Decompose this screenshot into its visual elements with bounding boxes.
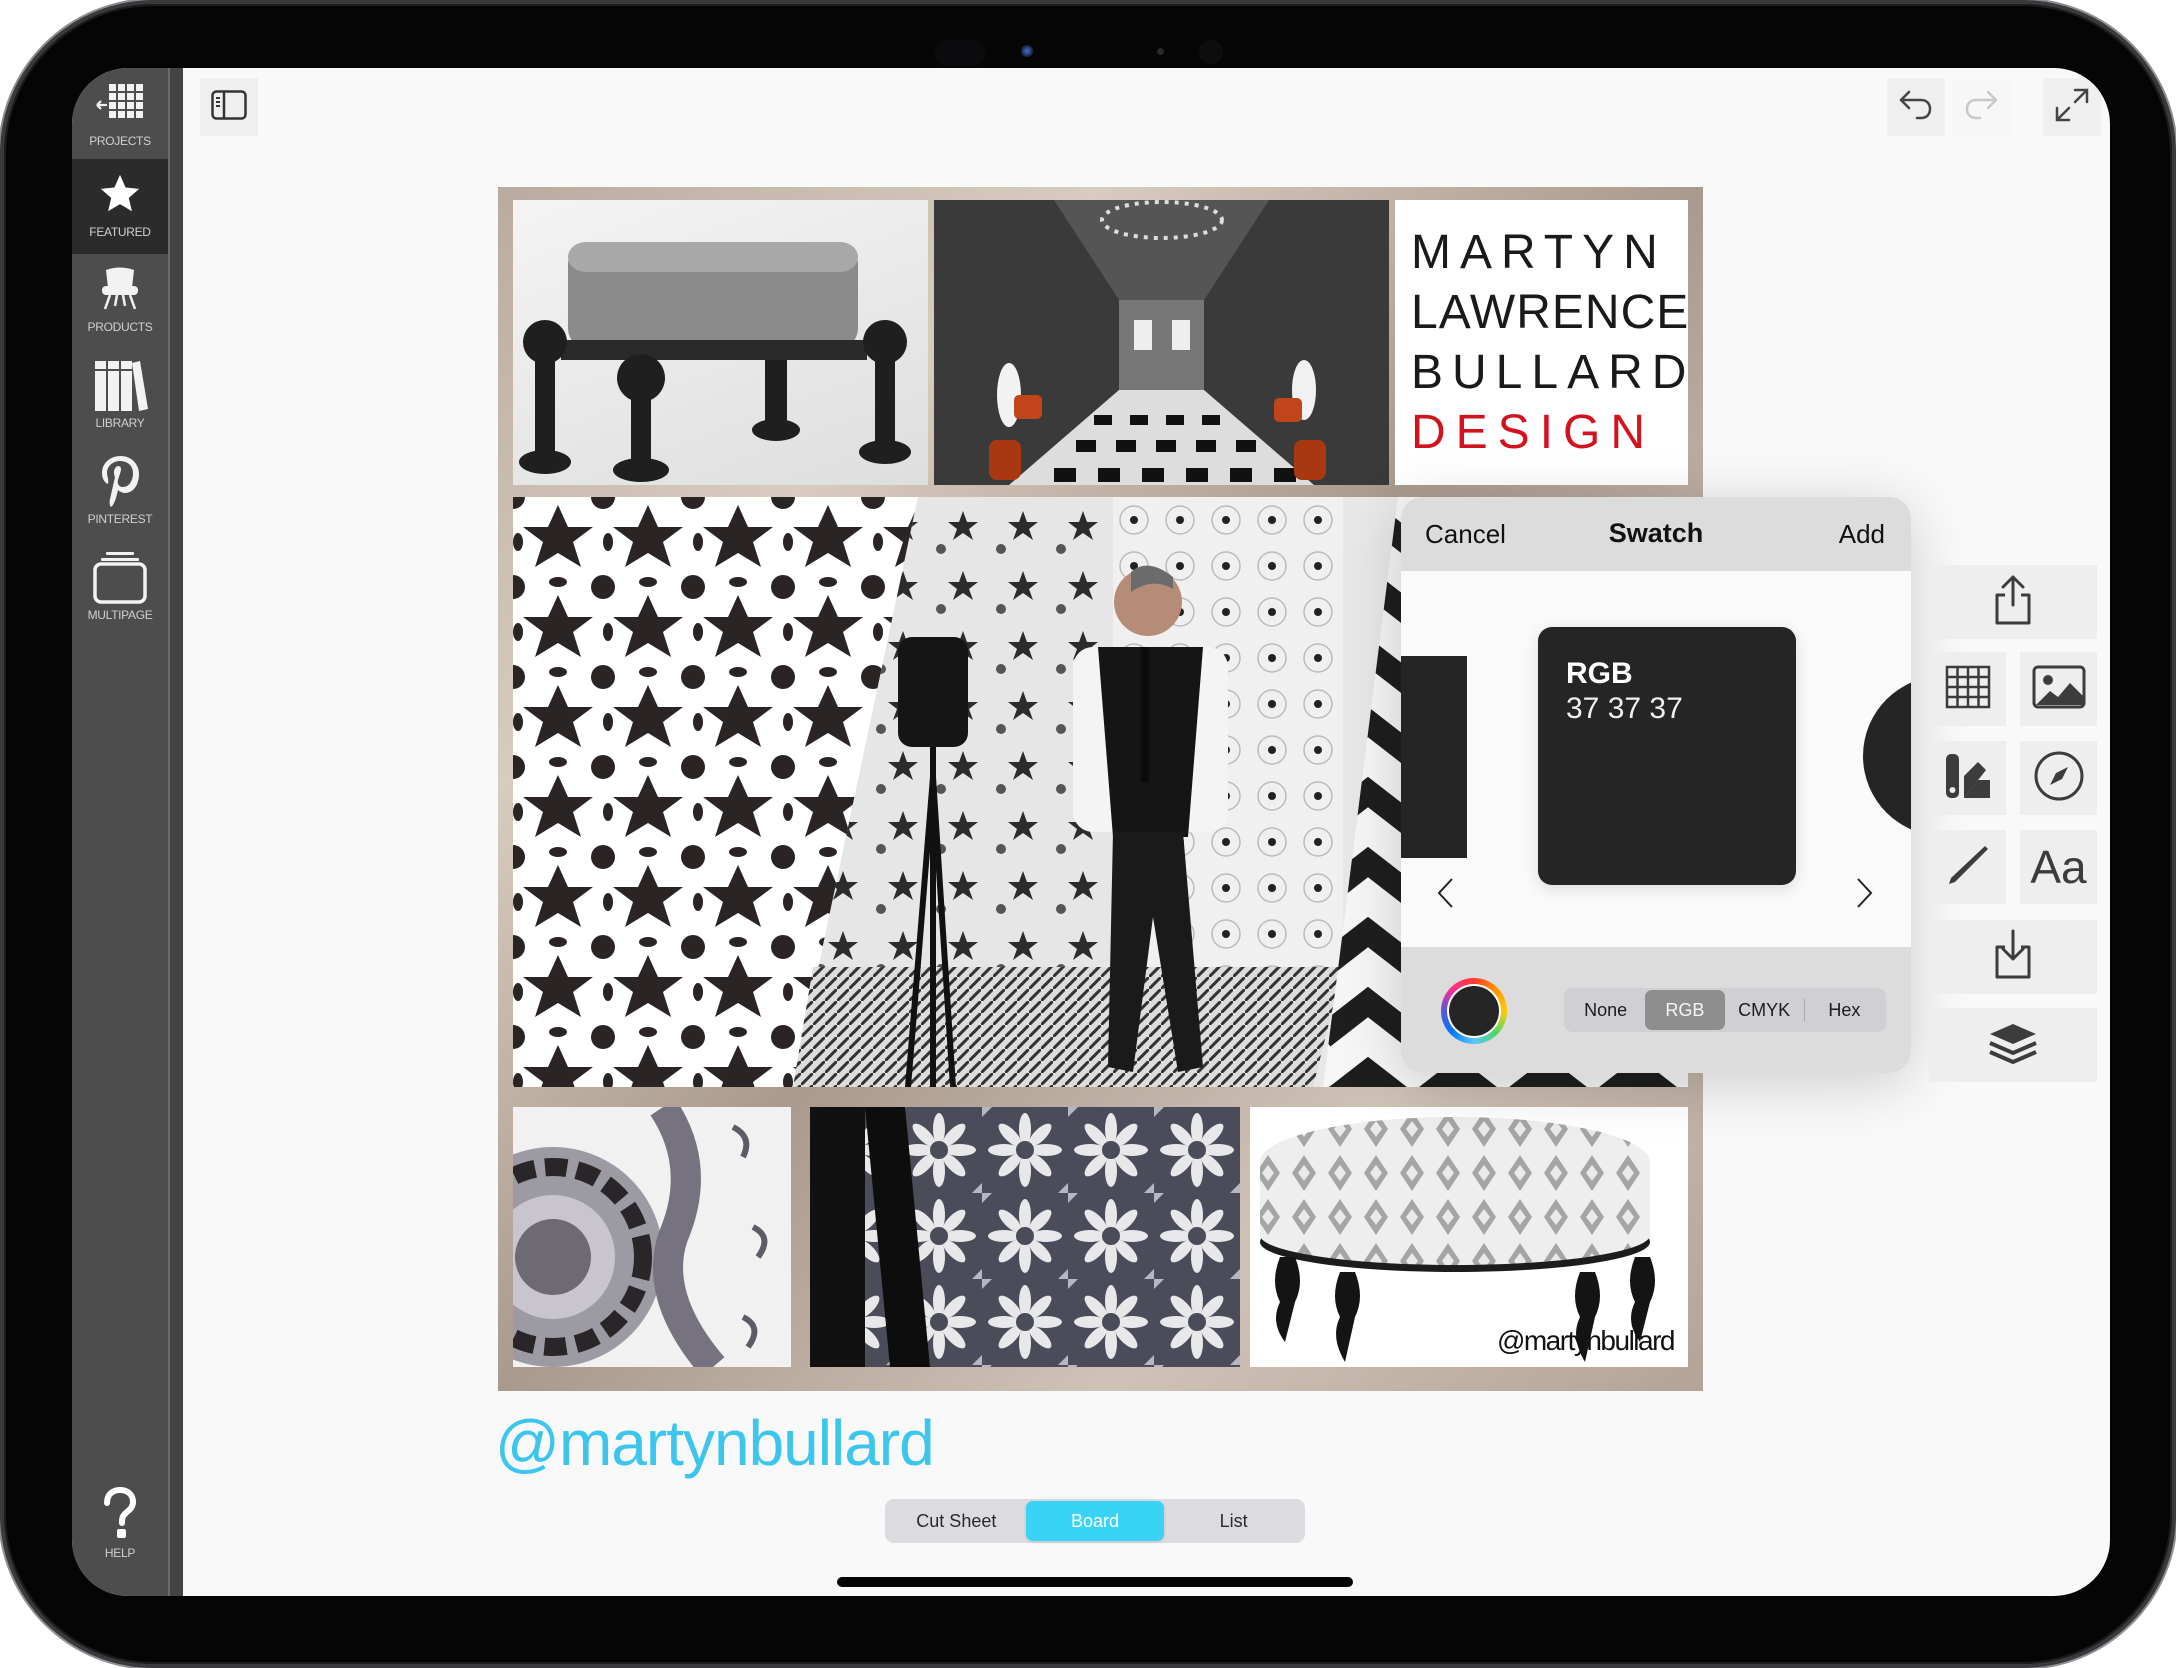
layers-button[interactable] bbox=[1929, 1008, 2097, 1082]
sidebar-item-label: FEATURED bbox=[89, 225, 151, 239]
swatch-popover-header: Cancel Swatch Add bbox=[1401, 497, 1911, 571]
previous-arrow-icon[interactable] bbox=[1434, 876, 1458, 910]
color-wheel-button[interactable] bbox=[1441, 978, 1507, 1044]
undo-icon bbox=[1897, 86, 1935, 129]
chair-icon bbox=[98, 258, 142, 320]
text-icon: Aa bbox=[2030, 841, 2087, 893]
home-indicator[interactable] bbox=[837, 1577, 1353, 1587]
view-mode-list[interactable]: List bbox=[1164, 1501, 1303, 1541]
sidebar-item-multipage[interactable]: MULTIPAGE bbox=[72, 542, 168, 637]
front-camera bbox=[4, 30, 2172, 66]
sidebar-item-label: PINTEREST bbox=[87, 512, 153, 526]
pinterest-icon bbox=[99, 450, 141, 512]
import-button[interactable] bbox=[1929, 920, 2097, 994]
image-button[interactable] bbox=[2020, 652, 2097, 726]
sidebar-item-label: HELP bbox=[104, 1546, 136, 1560]
books-icon bbox=[92, 354, 148, 416]
star-icon bbox=[97, 163, 143, 225]
sidebar: PROJECTS FEATURED PRODUCTS LIBRARY PINTE… bbox=[72, 68, 183, 1596]
format-cmyk[interactable]: CMYK bbox=[1725, 990, 1804, 1030]
swatch-carousel: RGB 37 37 37 bbox=[1401, 571, 1911, 947]
tile-floor-image[interactable] bbox=[810, 1107, 1240, 1367]
multipage-icon bbox=[92, 546, 148, 608]
import-icon bbox=[1990, 929, 2036, 986]
logo-line-2: LAWRENCE bbox=[1411, 285, 1688, 339]
compass-button[interactable] bbox=[2020, 741, 2097, 815]
logo-line-1: MARTYN bbox=[1411, 225, 1667, 279]
format-rgb[interactable]: RGB bbox=[1645, 990, 1725, 1030]
sidebar-toggle-icon bbox=[211, 89, 247, 125]
fullscreen-button[interactable] bbox=[2043, 78, 2101, 136]
sidebar-item-label: PROJECTS bbox=[89, 134, 151, 148]
cancel-button[interactable]: Cancel bbox=[1425, 519, 1506, 550]
swatch-fan-icon bbox=[1944, 752, 1992, 805]
swatch-popover-footer: None RGB CMYK Hex bbox=[1401, 947, 1911, 1073]
round-ottoman-image[interactable]: @martynbullard bbox=[1250, 1107, 1688, 1367]
board-caption[interactable]: @martynbullard bbox=[495, 1406, 935, 1480]
app-screen: PROJECTS FEATURED PRODUCTS LIBRARY PINTE… bbox=[72, 68, 2110, 1596]
hallway-interior-image[interactable] bbox=[934, 200, 1389, 485]
projects-grid-icon bbox=[95, 72, 145, 134]
sidebar-item-label: LIBRARY bbox=[95, 416, 145, 430]
sidebar-item-label: PRODUCTS bbox=[87, 320, 153, 334]
image-icon bbox=[2032, 665, 2086, 714]
current-color-dot bbox=[1449, 986, 1499, 1036]
add-button[interactable]: Add bbox=[1839, 519, 1885, 550]
swatch-button[interactable] bbox=[1929, 741, 2006, 815]
text-button[interactable]: Aa bbox=[2020, 830, 2097, 904]
sidebar-item-featured[interactable]: FEATURED bbox=[72, 159, 168, 254]
next-arrow-icon[interactable] bbox=[1852, 876, 1876, 910]
redo-button[interactable] bbox=[1952, 78, 2010, 136]
view-mode-board[interactable]: Board bbox=[1025, 1501, 1165, 1541]
sidebar-item-products[interactable]: PRODUCTS bbox=[72, 254, 168, 349]
view-mode-control: Cut Sheet Board List bbox=[885, 1499, 1305, 1543]
sidebar-item-label: MULTIPAGE bbox=[87, 608, 153, 622]
compass-icon bbox=[2032, 749, 2086, 808]
undo-button[interactable] bbox=[1887, 78, 1945, 136]
logo-line-3: BULLARD bbox=[1411, 345, 1688, 399]
board-watermark: @martynbullard bbox=[1496, 1325, 1676, 1356]
view-mode-cut-sheet[interactable]: Cut Sheet bbox=[887, 1501, 1026, 1541]
swatch-color-model: RGB bbox=[1566, 657, 1633, 690]
logo-line-4: DESIGN bbox=[1411, 405, 1656, 459]
share-icon bbox=[1990, 573, 2036, 632]
suzani-fabric-image[interactable] bbox=[513, 1107, 791, 1367]
format-hex[interactable]: Hex bbox=[1805, 990, 1884, 1030]
swatch-popover: Cancel Swatch Add RGB 37 37 37 None RGB … bbox=[1401, 497, 1911, 1073]
upholstered-stool-image[interactable] bbox=[513, 200, 928, 485]
swatch-color-values: 37 37 37 bbox=[1566, 692, 1683, 725]
grid-icon bbox=[1945, 665, 1991, 714]
pencil-icon bbox=[1945, 842, 1991, 893]
help-icon bbox=[100, 1484, 140, 1546]
sidebar-item-pinterest[interactable]: PINTEREST bbox=[72, 446, 168, 541]
brand-logo-tile[interactable]: MARTYN LAWRENCE BULLARD DESIGN bbox=[1395, 200, 1688, 485]
redo-icon bbox=[1962, 86, 2000, 129]
sidebar-toggle-button[interactable] bbox=[200, 78, 258, 136]
current-swatch-card[interactable]: RGB 37 37 37 bbox=[1538, 627, 1796, 885]
sidebar-item-library[interactable]: LIBRARY bbox=[72, 350, 168, 445]
sidebar-item-projects[interactable]: PROJECTS bbox=[72, 68, 168, 163]
grid-button[interactable] bbox=[1929, 652, 2006, 726]
expand-icon bbox=[2053, 86, 2091, 129]
format-none[interactable]: None bbox=[1566, 990, 1645, 1030]
share-button[interactable] bbox=[1929, 565, 2097, 639]
pencil-button[interactable] bbox=[1929, 830, 2006, 904]
sidebar-item-help[interactable]: HELP bbox=[72, 1480, 168, 1575]
layers-icon bbox=[1988, 1022, 2038, 1069]
color-format-control: None RGB CMYK Hex bbox=[1564, 988, 1886, 1032]
previous-swatch-preview[interactable] bbox=[1401, 656, 1467, 858]
next-swatch-preview[interactable] bbox=[1863, 676, 1911, 836]
